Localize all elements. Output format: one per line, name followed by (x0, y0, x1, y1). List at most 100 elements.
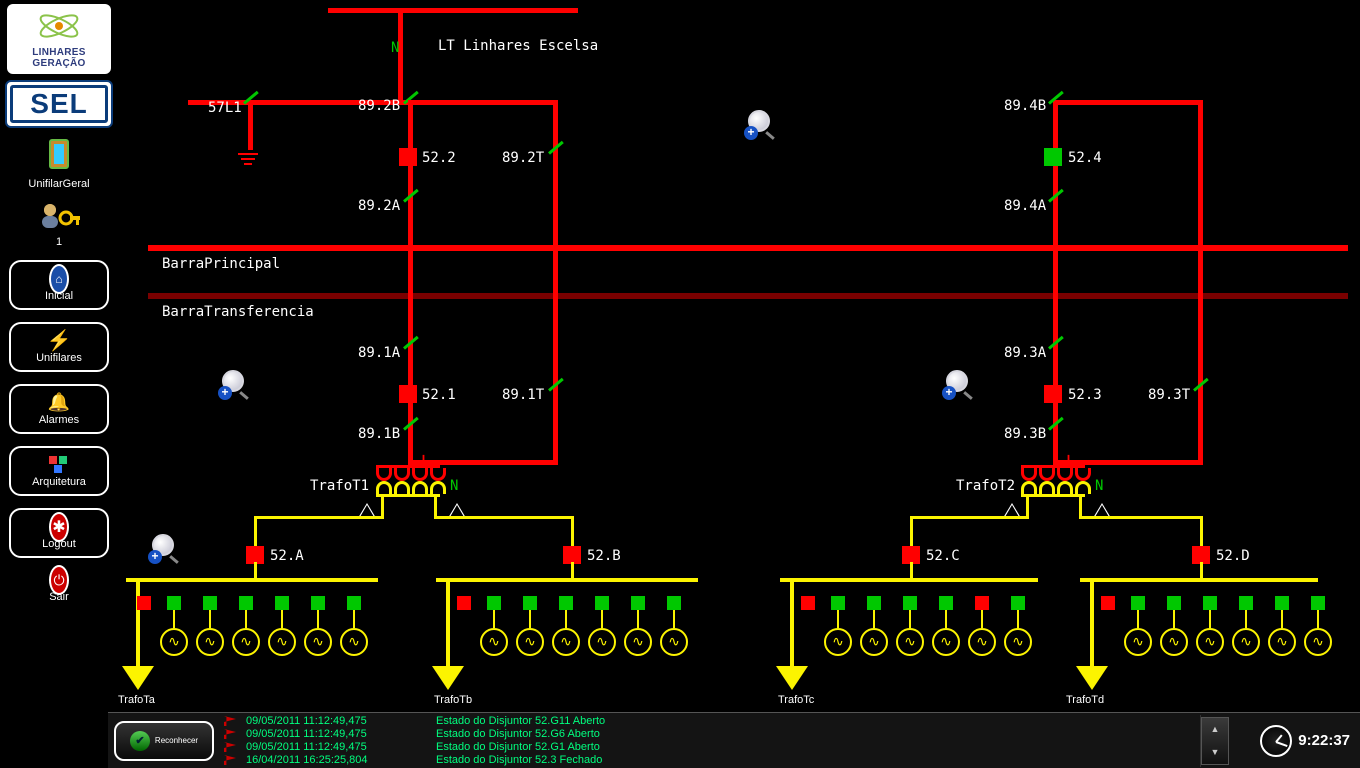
feeder-breaker-open[interactable]: ∿ (512, 596, 548, 656)
feeder-breaker-open[interactable]: ∿ (300, 596, 336, 656)
bus-trafoTb (436, 578, 698, 582)
feeder-breaker-open[interactable]: ∿ (1120, 596, 1156, 656)
nav-alarmes[interactable]: 🔔 Alarmes (9, 384, 109, 434)
alarm-msg: Estado do Disjuntor 52.G6 Aberto (436, 728, 600, 740)
feeder-breaker-open[interactable]: ∿ (856, 596, 892, 656)
generator-icon: ∿ (932, 628, 960, 656)
switch-892T[interactable] (547, 150, 565, 168)
breaker-524[interactable] (1044, 148, 1062, 166)
generator-icon: ∿ (824, 628, 852, 656)
ack-label: Reconhecer (155, 736, 198, 745)
nav-sair[interactable]: ⏻ Sair (11, 570, 107, 603)
switch-892A[interactable] (402, 198, 420, 216)
feeder-breaker-closed[interactable]: ∿ (964, 596, 1000, 656)
label-trafoTc: TrafoTc (778, 694, 814, 706)
feeder-breaker-open[interactable]: ∿ (656, 596, 692, 656)
alarm-row[interactable]: 09/05/2011 11:12:49,475Estado do Disjunt… (220, 715, 1200, 728)
alarm-msg: Estado do Disjuntor 52.G1 Aberto (436, 741, 600, 753)
zoom-icon[interactable]: + (946, 370, 968, 392)
bus-trafoTd (1080, 578, 1318, 582)
feeder-breaker-open[interactable]: ∿ (620, 596, 656, 656)
switch-891A[interactable] (402, 345, 420, 363)
feeder-breaker-closed[interactable] (796, 596, 820, 610)
nav-arquitetura[interactable]: Arquitetura (9, 446, 109, 496)
switch-57L1[interactable] (242, 100, 260, 118)
alarm-row[interactable]: 09/05/2011 11:12:49,475Estado do Disjunt… (220, 728, 1200, 741)
label-524: 52.4 (1068, 150, 1102, 166)
unifilar-geral-icon[interactable]: UnifilarGeral (0, 138, 118, 190)
feeder-breaker-open[interactable]: ∿ (264, 596, 300, 656)
nav-unifilares[interactable]: ⚡ Unifilares (9, 322, 109, 372)
feeder-breaker-open[interactable]: ∿ (1300, 596, 1336, 656)
barra-transferencia (148, 293, 1348, 299)
feeder-breaker-open[interactable]: ∿ (892, 596, 928, 656)
user-key-icon[interactable]: 1 (0, 200, 118, 248)
feeder-breaker-open[interactable]: ∿ (548, 596, 584, 656)
label-892A: 89.2A (358, 198, 400, 214)
label-892T: 89.2T (502, 150, 544, 166)
label-522: 52.2 (422, 150, 456, 166)
switch-893T[interactable] (1192, 387, 1210, 405)
switch-891B[interactable] (402, 426, 420, 444)
generator-icon: ∿ (196, 628, 224, 656)
feeder-breaker-open[interactable]: ∿ (1000, 596, 1036, 656)
feeders-Tc: ∿∿∿∿∿∿ (796, 596, 1036, 656)
label-523: 52.3 (1068, 387, 1102, 403)
alarm-flag-icon (224, 742, 236, 752)
generator-icon: ∿ (1196, 628, 1224, 656)
alarm-row[interactable]: 09/05/2011 11:12:49,475Estado do Disjunt… (220, 741, 1200, 754)
feeder-breaker-closed[interactable] (1096, 596, 1120, 610)
switch-891T[interactable] (547, 387, 565, 405)
nav-logout[interactable]: ✱ Logout (9, 508, 109, 558)
switch-893A[interactable] (1047, 345, 1065, 363)
feeder-breaker-open[interactable]: ∿ (1192, 596, 1228, 656)
alarm-msg: Estado do Disjuntor 52.3 Fechado (436, 754, 602, 766)
trafo-T2[interactable] (1021, 465, 1091, 497)
zoom-icon[interactable]: + (152, 534, 174, 556)
nav-arquitetura-label: Arquitetura (32, 476, 86, 488)
arrow-icon (432, 666, 464, 690)
feeder-breaker-open[interactable]: ∿ (476, 596, 512, 656)
generator-icon: ∿ (1004, 628, 1032, 656)
trafo-T1[interactable] (376, 465, 446, 497)
alarm-row[interactable]: 16/04/2011 16:25:25,804Estado do Disjunt… (220, 754, 1200, 767)
feeder-breaker-open[interactable]: ∿ (1156, 596, 1192, 656)
feeder-breaker-open[interactable]: ∿ (1228, 596, 1264, 656)
zoom-icon[interactable]: + (748, 110, 770, 132)
trafoT2-N: N (1095, 478, 1103, 494)
breaker-522[interactable] (399, 148, 417, 166)
generator-icon: ∿ (660, 628, 688, 656)
company-logo: LINHARES GERAÇÃO (7, 4, 111, 74)
feeder-breaker-open[interactable]: ∿ (820, 596, 856, 656)
nav-alarmes-label: Alarmes (39, 414, 79, 426)
label-894B: 89.4B (1004, 98, 1046, 114)
feeder-breaker-open[interactable]: ∿ (336, 596, 372, 656)
alarm-scroll[interactable]: ▲▼ (1201, 717, 1229, 765)
breaker-521[interactable] (399, 385, 417, 403)
blocks-icon (49, 455, 69, 475)
alarm-list[interactable]: 09/05/2011 11:12:49,475Estado do Disjunt… (220, 715, 1201, 767)
label-trafoTa: TrafoTa (118, 694, 155, 706)
breaker-523[interactable] (1044, 385, 1062, 403)
single-line-diagram: N LT Linhares Escelsa 57L1 89.2B 52.2 89… (118, 0, 1360, 713)
feeder-breaker-closed[interactable] (132, 596, 156, 610)
ack-button[interactable]: ✔ Reconhecer (114, 721, 214, 761)
switch-894B[interactable] (1047, 100, 1065, 118)
bolt-icon: ⚡ (49, 331, 69, 351)
lt-name-label: LT Linhares Escelsa (438, 38, 598, 54)
feeder-breaker-open[interactable]: ∿ (1264, 596, 1300, 656)
clock: 9:22:37 (1260, 725, 1360, 757)
feeder-breaker-open[interactable]: ∿ (156, 596, 192, 656)
feeder-breaker-open[interactable]: ∿ (228, 596, 264, 656)
feeder-breaker-open[interactable]: ∿ (928, 596, 964, 656)
zoom-icon[interactable]: + (222, 370, 244, 392)
switch-894A[interactable] (1047, 198, 1065, 216)
feeder-breaker-open[interactable]: ∿ (584, 596, 620, 656)
switch-893B[interactable] (1047, 426, 1065, 444)
label-891A: 89.1A (358, 345, 400, 361)
feeder-breaker-closed[interactable] (452, 596, 476, 610)
feeder-breaker-open[interactable]: ∿ (192, 596, 228, 656)
generator-icon: ∿ (968, 628, 996, 656)
generator-icon: ∿ (232, 628, 260, 656)
nav-inicial[interactable]: ⌂ Inicial (9, 260, 109, 310)
